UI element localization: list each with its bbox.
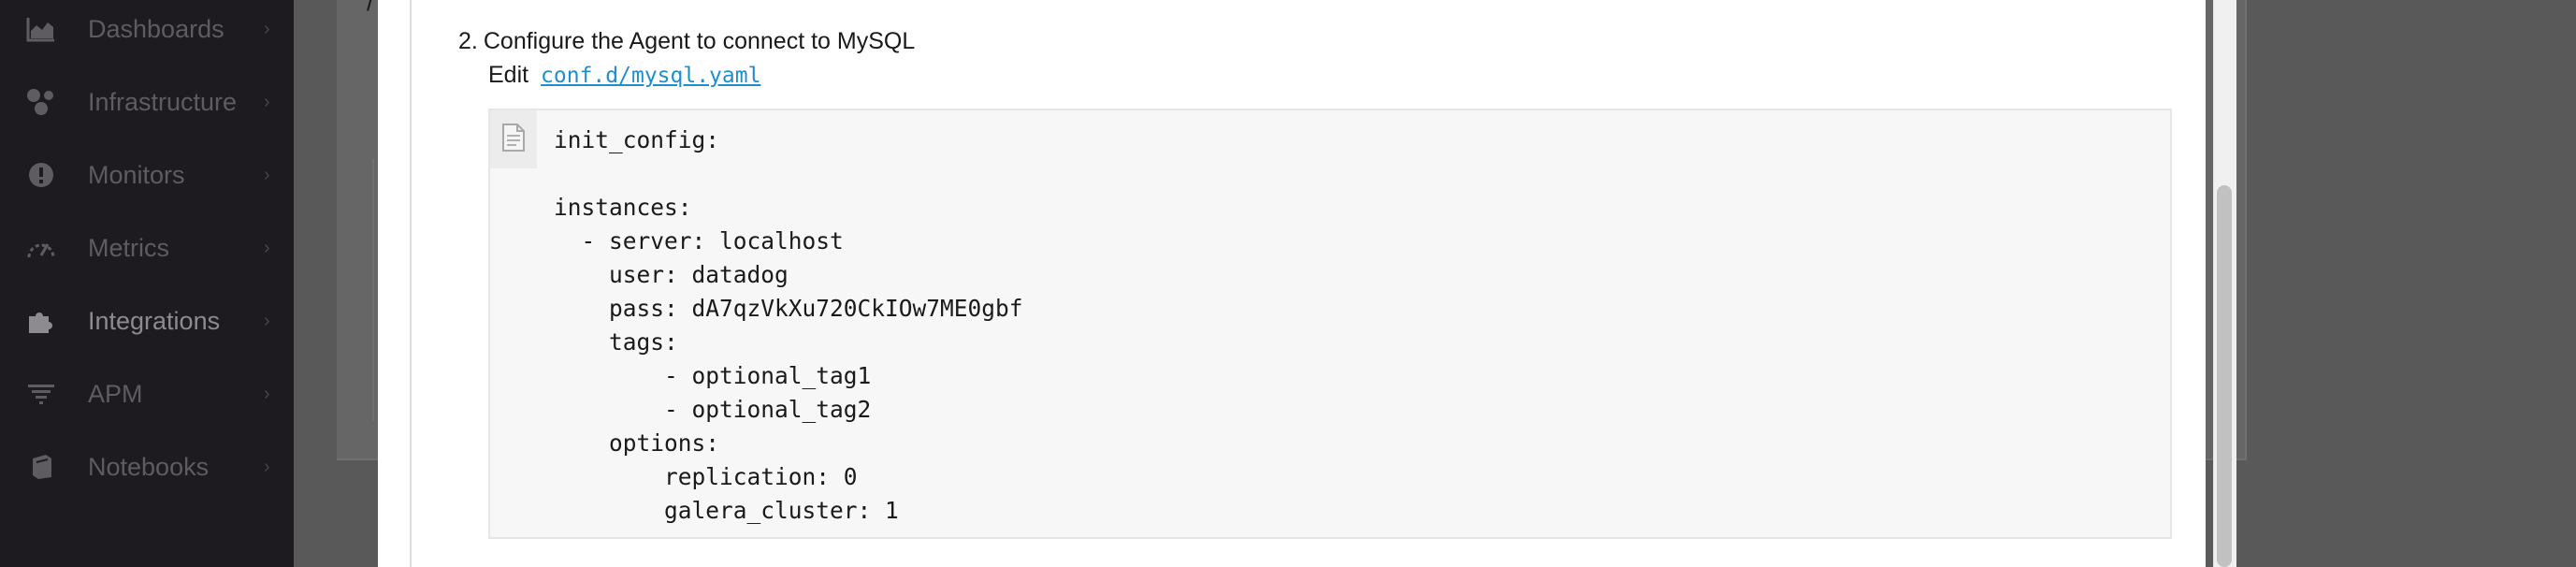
sidebar-item-label: Metrics: [88, 233, 169, 262]
background-text-fragment: /: [367, 0, 374, 16]
edit-instruction: Edit conf.d/mysql.yaml: [488, 62, 760, 89]
background-divider: [372, 159, 374, 421]
gauge-icon: [24, 231, 58, 265]
modal-content-border: [410, 0, 412, 567]
sidebar-item-metrics[interactable]: Metrics ›: [0, 211, 294, 284]
file-icon[interactable]: [501, 123, 526, 157]
hexagon-nodes-icon: [24, 85, 58, 119]
sidebar-item-dashboards[interactable]: Dashboards ›: [0, 0, 294, 65]
alert-circle-icon: [24, 158, 58, 192]
code-gutter: [490, 110, 537, 168]
chevron-right-icon: ›: [264, 164, 270, 185]
chevron-right-icon: ›: [264, 383, 270, 404]
chevron-right-icon: ›: [264, 456, 270, 477]
notebook-icon: [24, 450, 58, 484]
puzzle-piece-icon: [24, 304, 58, 338]
filter-lines-icon: [24, 377, 58, 411]
sidebar: Dashboards › Infrastructure › Monitors ›…: [0, 0, 294, 567]
sidebar-item-label: Monitors: [88, 160, 185, 189]
edit-prefix: Edit: [488, 62, 529, 88]
step-title-text: Configure the Agent to connect to MySQL: [483, 28, 916, 54]
sidebar-item-label: APM: [88, 379, 143, 408]
sidebar-item-integrations[interactable]: Integrations ›: [0, 284, 294, 357]
sidebar-item-label: Notebooks: [88, 452, 210, 481]
sidebar-item-monitors[interactable]: Monitors ›: [0, 138, 294, 211]
config-file-link[interactable]: conf.d/mysql.yaml: [541, 64, 760, 88]
sidebar-item-notebooks[interactable]: Notebooks ›: [0, 430, 294, 503]
sidebar-item-infrastructure[interactable]: Infrastructure ›: [0, 65, 294, 138]
chevron-right-icon: ›: [264, 237, 270, 258]
chevron-right-icon: ›: [264, 91, 270, 112]
step-number: 2.: [458, 28, 478, 54]
sidebar-item-label: Infrastructure: [88, 87, 238, 116]
sidebar-item-apm[interactable]: APM ›: [0, 357, 294, 430]
config-code: init_config: instances: - server: localh…: [554, 126, 1023, 524]
sidebar-item-label: Dashboards: [88, 14, 224, 43]
modal-scrollbar-thumb[interactable]: [2217, 185, 2232, 567]
chevron-right-icon: ›: [264, 18, 270, 39]
area-chart-icon: [24, 12, 58, 46]
code-block[interactable]: init_config: instances: - server: localh…: [488, 109, 2172, 539]
chevron-right-icon: ›: [264, 310, 270, 331]
step-title: 2. Configure the Agent to connect to MySQ…: [458, 28, 915, 55]
sidebar-item-label: Integrations: [88, 306, 221, 335]
